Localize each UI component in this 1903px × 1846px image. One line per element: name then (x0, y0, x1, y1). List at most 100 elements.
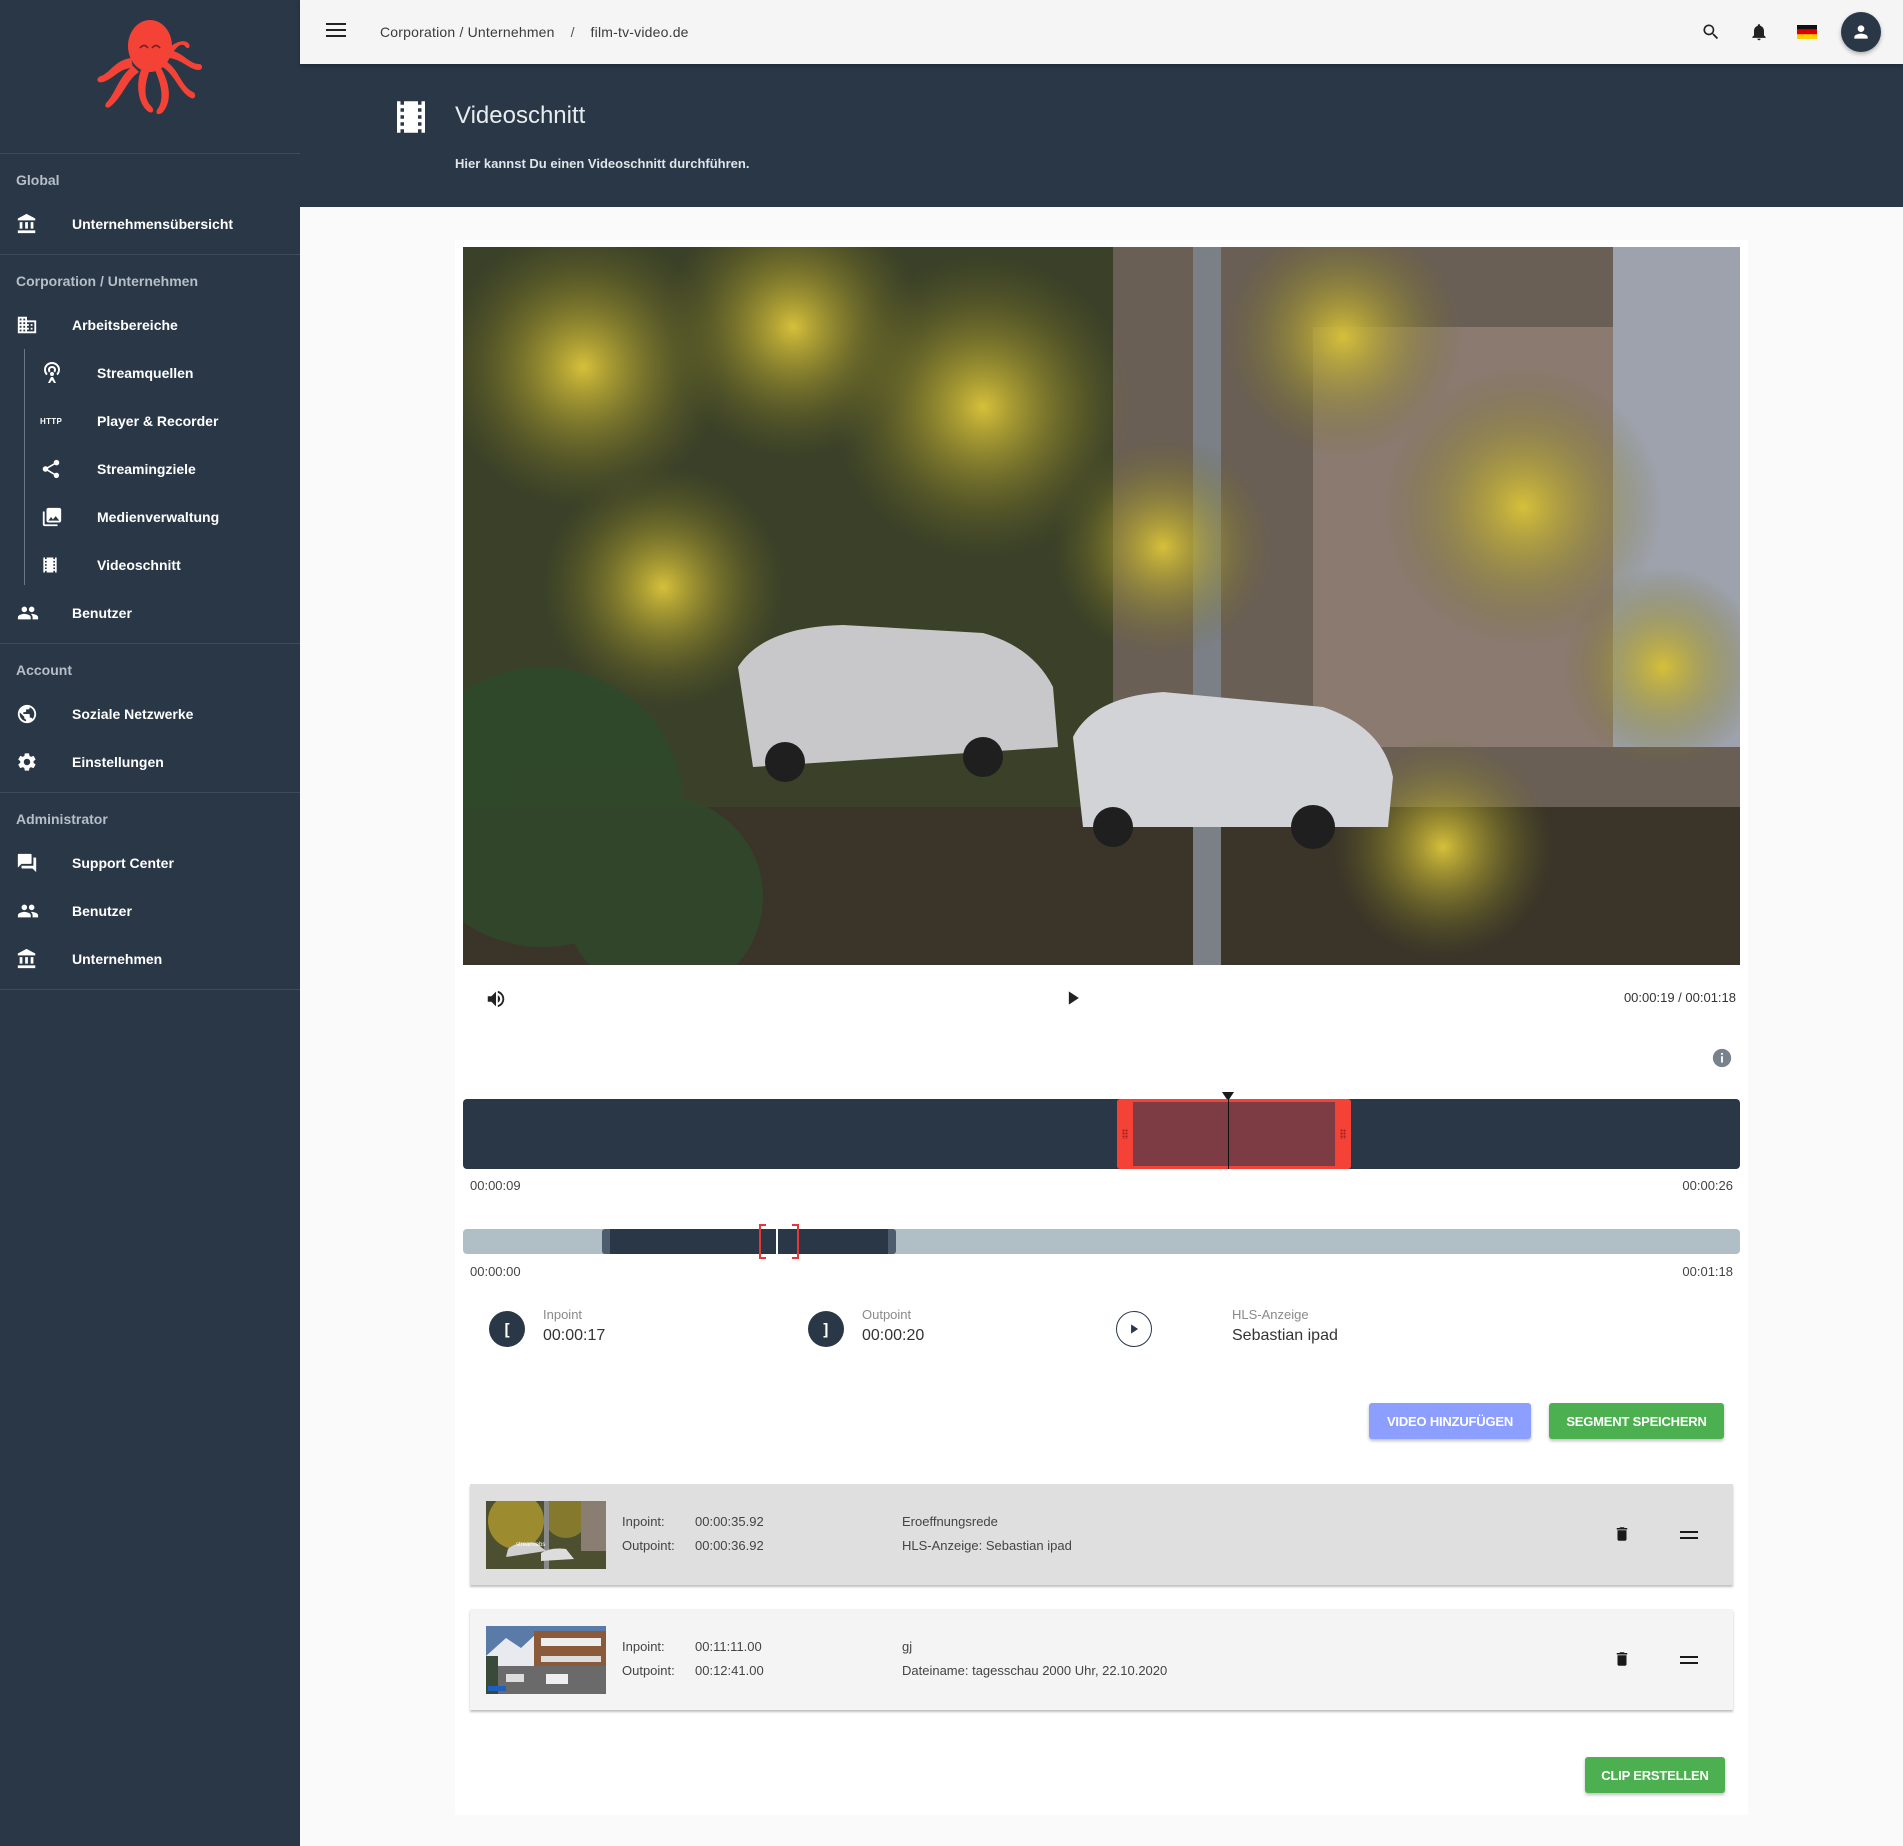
breadcrumb-separator: / (570, 24, 575, 40)
bell-icon (1752, 24, 1766, 41)
gear-icon (0, 751, 72, 773)
antenna-icon (0, 361, 97, 385)
inpoint-value: 00:00:17 (543, 1327, 606, 1344)
inpoint-value: 00:00:35.92 (695, 1514, 764, 1529)
save-segment-button[interactable]: SEGMENT SPEICHERN (1549, 1403, 1724, 1439)
video-player[interactable] (463, 247, 1740, 965)
hls-label: HLS-Anzeige (1232, 1307, 1309, 1322)
selection-fill (1132, 1102, 1335, 1166)
hamburger-icon (326, 22, 346, 37)
sidebar-item-videoschnitt[interactable]: Videoschnitt (0, 541, 300, 589)
sidebar-item-streamingziele[interactable]: Streamingziele (0, 445, 300, 493)
sidebar-item-admin-benutzer[interactable]: Benutzer (0, 887, 300, 935)
photo-library-icon (0, 506, 97, 528)
info-button[interactable] (1711, 1047, 1733, 1074)
breadcrumb-corporation[interactable]: Corporation / Unternehmen (380, 24, 555, 40)
create-clip-button[interactable]: CLIP ERSTELLEN (1585, 1757, 1725, 1793)
time-display: 00:00:19 / 00:01:18 (1623, 990, 1736, 1005)
german-flag-icon (1797, 25, 1817, 39)
set-inpoint-button[interactable]: [ (489, 1311, 525, 1347)
overview-window[interactable] (602, 1229, 896, 1254)
breadcrumb-company[interactable]: film-tv-video.de (591, 24, 689, 40)
film-icon (0, 554, 97, 576)
sidebar-item-soziale-netzwerke[interactable]: Soziale Netzwerke (0, 690, 300, 738)
notifications-button[interactable] (1747, 22, 1771, 42)
set-outpoint-button[interactable]: ] (808, 1311, 844, 1347)
overview-playhead (775, 1229, 778, 1254)
delete-segment-button[interactable] (1613, 1649, 1631, 1674)
sidebar-item-arbeitsbereiche[interactable]: Arbeitsbereiche (0, 301, 300, 349)
sidebar-item-admin-unternehmen[interactable]: Unternehmen (0, 935, 300, 983)
sidebar-item-label: Benutzer (72, 903, 132, 919)
inpoint-label: Inpoint: (622, 1639, 665, 1654)
video-frame (463, 247, 1740, 965)
account-button[interactable] (1841, 12, 1881, 52)
outpoint-value: 00:00:36.92 (695, 1538, 764, 1553)
zoomed-timeline[interactable] (463, 1099, 1740, 1169)
delete-segment-button[interactable] (1613, 1524, 1631, 1549)
menu-button[interactable] (326, 22, 346, 43)
section-title: Account (16, 662, 72, 678)
sidebar-item-label: Streamingziele (97, 461, 196, 477)
inpoint-group: [ Inpoint 00:00:17 (489, 1307, 605, 1347)
segment-selection[interactable] (1116, 1099, 1351, 1169)
inpoint-value: 00:11:11.00 (695, 1639, 762, 1654)
sidebar-item-unternehmensuebersicht[interactable]: Unternehmensübersicht (0, 200, 300, 248)
sidebar-item-streamquellen[interactable]: Streamquellen (0, 349, 300, 397)
domain-icon (0, 314, 72, 336)
page-title: Videoschnitt (455, 102, 586, 129)
search-button[interactable] (1699, 22, 1723, 42)
overview-start-label: 00:00:00 (470, 1264, 521, 1279)
info-icon (1712, 1048, 1732, 1068)
inpoint-label: Inpoint: (622, 1514, 665, 1529)
segment-thumbnail (486, 1626, 606, 1694)
timeline-start-label: 00:00:09 (470, 1178, 521, 1193)
add-video-button[interactable]: VIDEO HINZUFÜGEN (1369, 1403, 1531, 1439)
people-icon (0, 602, 72, 624)
volume-icon (487, 990, 505, 1008)
sidebar-item-support-center[interactable]: Support Center (0, 839, 300, 887)
hls-play-button[interactable] (1116, 1311, 1152, 1347)
trash-icon (1616, 1527, 1628, 1541)
play-icon (1068, 991, 1079, 1005)
segment-title: gj (902, 1639, 913, 1654)
volume-button[interactable] (485, 988, 507, 1015)
outpoint-label: Outpoint: (622, 1538, 675, 1553)
sidebar-item-player-recorder[interactable]: HTTP Player & Recorder (0, 397, 300, 445)
sidebar-item-label: Videoschnitt (97, 557, 181, 573)
logo[interactable] (0, 0, 300, 154)
sidebar-section-global: Global Unternehmensübersicht (0, 154, 300, 255)
forum-icon (0, 852, 72, 874)
segment-row[interactable]: streamlabs Inpoint: 00:00:35.92 Outpoint… (470, 1484, 1733, 1585)
hls-group: HLS-Anzeige Sebastian ipad (1116, 1307, 1338, 1347)
sidebar-item-benutzer[interactable]: Benutzer (0, 589, 300, 637)
sidebar-section-account: Account Soziale Netzwerke Einstellungen (0, 644, 300, 793)
drag-handle[interactable] (1680, 1652, 1698, 1670)
segment-row[interactable]: Inpoint: 00:11:11.00 Outpoint: 00:12:41.… (470, 1609, 1733, 1710)
outpoint-value: 00:00:20 (862, 1327, 925, 1344)
timeline-end-label: 00:00:26 (1682, 1178, 1733, 1193)
bracket-open-icon: [ (502, 1319, 512, 1339)
section-title: Administrator (16, 811, 108, 827)
segment-detail: Dateiname: tagesschau 2000 Uhr, 22.10.20… (902, 1663, 1168, 1678)
bracket-close-icon: ] (821, 1319, 831, 1339)
share-icon (0, 458, 97, 480)
drag-handle-icon (1680, 1531, 1698, 1539)
inpoint-label: Inpoint (543, 1307, 583, 1322)
drag-handle[interactable] (1680, 1527, 1698, 1545)
outpoint-value: 00:12:41.00 (695, 1663, 764, 1678)
sidebar-item-label: Support Center (72, 855, 174, 871)
people-icon (0, 900, 72, 922)
sidebar: Global Unternehmensübersicht Corporation… (0, 0, 300, 1846)
sidebar-item-label: Soziale Netzwerke (72, 706, 194, 722)
outpoint-group: ] Outpoint 00:00:20 (808, 1307, 924, 1347)
play-button[interactable] (1063, 988, 1083, 1013)
sidebar-item-label: Unternehmen (72, 951, 163, 967)
sidebar-item-medienverwaltung[interactable]: Medienverwaltung (0, 493, 300, 541)
language-button[interactable] (1797, 25, 1817, 39)
overview-timeline[interactable] (463, 1224, 1740, 1259)
sidebar-item-einstellungen[interactable]: Einstellungen (0, 738, 300, 786)
selection-end-handle[interactable] (1339, 1129, 1346, 1139)
sidebar-item-label: Einstellungen (72, 754, 164, 770)
selection-start-handle[interactable] (1121, 1129, 1128, 1139)
